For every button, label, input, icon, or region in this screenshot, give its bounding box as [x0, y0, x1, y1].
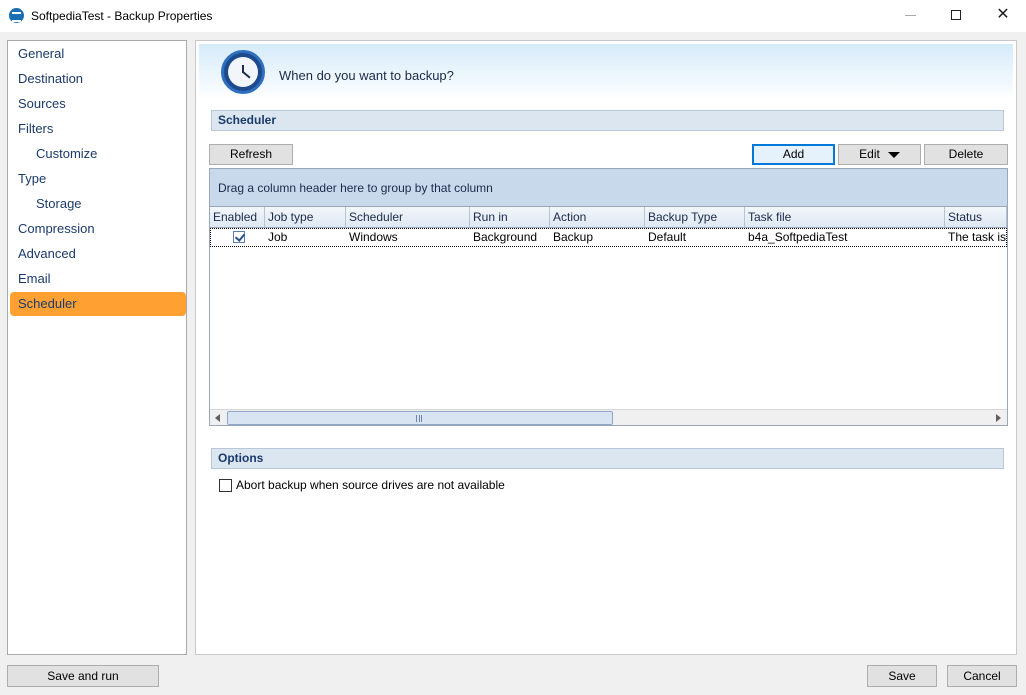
- edit-button[interactable]: Edit: [838, 144, 921, 165]
- sidebar-item-type[interactable]: Type: [10, 167, 186, 191]
- content-panel: When do you want to backup? Scheduler Re…: [195, 40, 1017, 655]
- column-header-task-file[interactable]: Task file: [745, 207, 945, 228]
- scheduler-section-title: Scheduler: [211, 110, 1004, 131]
- cell-task-file: b4a_SoftpediaTest: [748, 230, 848, 244]
- scroll-right-icon[interactable]: [996, 414, 1001, 422]
- page-title: When do you want to backup?: [279, 68, 454, 83]
- column-header-job-type[interactable]: Job type: [265, 207, 346, 228]
- group-by-panel[interactable]: Drag a column header here to group by th…: [210, 169, 1007, 207]
- sidebar-item-compression[interactable]: Compression: [10, 217, 186, 241]
- column-header-backup-type[interactable]: Backup Type: [645, 207, 745, 228]
- horizontal-scrollbar[interactable]: [210, 409, 1007, 425]
- add-button[interactable]: Add: [752, 144, 835, 165]
- clock-icon: [221, 50, 265, 94]
- sidebar-item-email[interactable]: Email: [10, 267, 186, 291]
- scroll-left-icon[interactable]: [215, 414, 220, 422]
- minimize-icon: [905, 15, 916, 16]
- delete-button[interactable]: Delete: [924, 144, 1008, 165]
- sidebar: General Destination Sources Filters Cust…: [7, 40, 187, 655]
- column-header-status[interactable]: Status: [945, 207, 1007, 228]
- edit-button-label: Edit: [859, 147, 880, 161]
- maximize-icon: [951, 10, 961, 20]
- cell-backup-type: Default: [648, 230, 687, 244]
- enabled-checkbox[interactable]: [233, 231, 245, 243]
- column-header-action[interactable]: Action: [550, 207, 645, 228]
- sidebar-item-advanced[interactable]: Advanced: [10, 242, 186, 266]
- cell-job-type: Job: [268, 230, 288, 244]
- close-icon: ✕: [996, 6, 1010, 23]
- sidebar-item-scheduler[interactable]: Scheduler: [10, 292, 186, 316]
- page-header: When do you want to backup?: [199, 44, 1013, 100]
- grip-icon: [416, 415, 422, 422]
- cell-status: The task is r: [948, 230, 1007, 244]
- chevron-down-icon: [887, 151, 900, 158]
- app-icon: [9, 8, 24, 23]
- options-section-title: Options: [211, 448, 1004, 469]
- save-button[interactable]: Save: [867, 665, 937, 687]
- sidebar-item-storage[interactable]: Storage: [10, 192, 186, 216]
- scrollbar-thumb[interactable]: [227, 411, 613, 425]
- maximize-button[interactable]: [934, 0, 980, 32]
- column-header-run-in[interactable]: Run in: [470, 207, 550, 228]
- sidebar-item-destination[interactable]: Destination: [10, 67, 186, 91]
- close-button[interactable]: ✕: [980, 0, 1026, 32]
- cell-run-in: Background: [473, 230, 538, 244]
- window-title: SoftpediaTest - Backup Properties: [31, 9, 213, 23]
- title-bar: SoftpediaTest - Backup Properties ✕: [0, 0, 1026, 32]
- abort-backup-label[interactable]: Abort backup when source drives are not …: [236, 478, 505, 492]
- cancel-button[interactable]: Cancel: [947, 665, 1017, 687]
- column-header-enabled[interactable]: Enabled: [210, 207, 265, 228]
- sidebar-item-sources[interactable]: Sources: [10, 92, 186, 116]
- sidebar-item-general[interactable]: General: [10, 42, 186, 66]
- minimize-button[interactable]: [888, 0, 934, 32]
- save-and-run-button[interactable]: Save and run: [7, 665, 159, 687]
- sidebar-item-filters[interactable]: Filters: [10, 117, 186, 141]
- abort-backup-checkbox[interactable]: [219, 479, 232, 492]
- cell-scheduler: Windows: [349, 230, 398, 244]
- scheduler-grid: Drag a column header here to group by th…: [209, 168, 1008, 426]
- column-header-scheduler[interactable]: Scheduler: [346, 207, 470, 228]
- cell-action: Backup: [553, 230, 594, 244]
- refresh-button[interactable]: Refresh: [209, 144, 293, 165]
- sidebar-item-customize[interactable]: Customize: [10, 142, 186, 166]
